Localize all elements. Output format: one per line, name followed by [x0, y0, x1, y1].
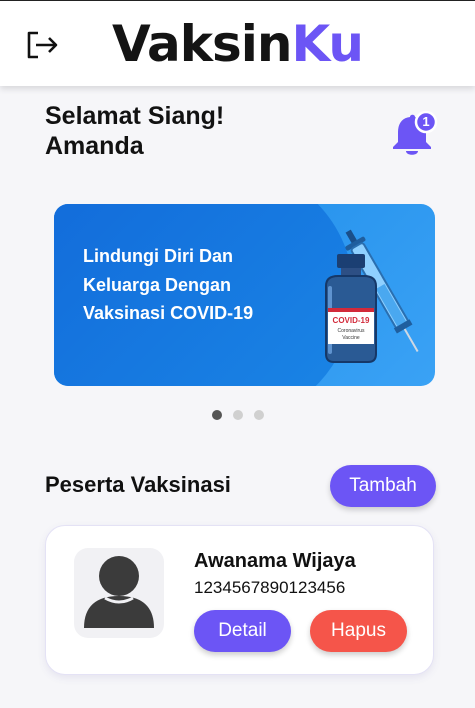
banner-line: Keluarga Dengan — [83, 274, 232, 295]
participant-nik: 1234567890123456 — [194, 578, 346, 597]
user-avatar-icon — [84, 556, 154, 628]
carousel-dot-2[interactable] — [232, 410, 243, 420]
vial-label: COVID-19 — [333, 316, 370, 325]
notification-button[interactable]: 1 — [390, 110, 438, 158]
notification-badge-count: 1 — [422, 114, 430, 129]
brand-text-accent: Ku — [291, 15, 363, 73]
promo-banner[interactable]: Lindungi Diri Dan Keluarga Dengan Vaksin… — [54, 204, 435, 386]
detail-button[interactable]: Detail — [194, 610, 291, 652]
vaccine-illustration: COVID-19 Coronavirus Vaccine — [325, 229, 419, 363]
participant-card: Awanama Wijaya 1234567890123456 Detail H… — [45, 525, 434, 675]
banner-line: Vaksinasi COVID-19 — [83, 303, 254, 323]
carousel-dot-3[interactable] — [253, 410, 264, 420]
carousel-dot-1[interactable] — [211, 410, 222, 420]
avatar — [74, 548, 164, 638]
delete-button[interactable]: Hapus — [310, 610, 407, 652]
app-header: VaksinKu — [0, 0, 475, 86]
participant-name: Awanama Wijaya — [194, 550, 356, 572]
section-title: Peserta Vaksinasi — [45, 472, 231, 497]
greeting: Selamat Siang! Amanda — [45, 101, 325, 161]
brand-text-primary: Vaksin — [112, 15, 292, 73]
add-participant-button[interactable]: Tambah — [330, 465, 436, 507]
app-logo: VaksinKu — [0, 15, 475, 73]
banner-text: Lindungi Diri Dan Keluarga Dengan Vaksin… — [83, 242, 313, 328]
user-name: Amanda — [45, 132, 144, 160]
carousel-indicators — [0, 410, 475, 420]
vial-label: Coronavirus — [338, 328, 365, 334]
banner-line: Lindungi Diri Dan — [83, 246, 233, 266]
vial-label: Vaccine — [342, 335, 360, 341]
greeting-line: Selamat Siang! — [45, 102, 225, 130]
